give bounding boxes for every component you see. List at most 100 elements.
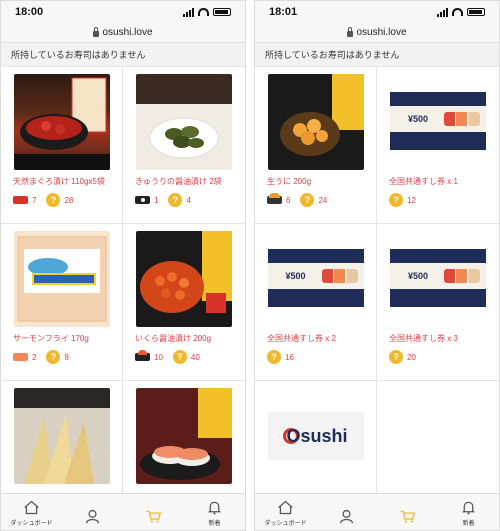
phone-screen-right: 18:01 osushi.love 所持しているお寿司はありません 生うに 20… [254,0,500,531]
coin-icon: ? [267,350,281,364]
url-bar[interactable]: osushi.love [255,23,499,43]
status-indicators [183,7,231,17]
product-card[interactable]: ¥500 全国共通すし券 x 1 ? 12 [377,67,499,224]
bottom-tab-bar: ダッシュボード 新着 [255,493,499,530]
salmon-fry-art [17,236,106,322]
tab-dashboard[interactable]: ダッシュボード [255,494,316,530]
coin-icon: ? [46,193,61,207]
product-card[interactable]: サーモンフライ 170g 2 ? 8 [1,224,123,381]
product-grid: 天然まぐろ漬け 110gx5袋 7 ? 28 きゅうりの醤油漬け 2袋 1 ? … [1,67,245,530]
product-card[interactable]: いくら醤油漬け 200g 10 ? 40 [123,224,245,381]
tab-label: 新着 [208,521,221,527]
tab-cart[interactable] [123,494,184,530]
status-indicators [437,7,485,17]
status-time: 18:00 [15,6,44,18]
signal-icon [437,7,448,17]
no-sushi-notice: 所持しているお寿司はありません [255,43,499,67]
tab-dashboard[interactable]: ダッシュボード [1,494,62,530]
tuna-sushi-icon [13,196,28,204]
maguro-bowl-art [13,77,110,170]
lock-icon [347,26,354,37]
product-stats: ? 16 [267,350,364,364]
product-card[interactable]: きゅうりの醤油漬け 2袋 1 ? 4 [123,67,245,224]
product-stats: 10 ? 40 [135,350,233,364]
product-image-ebi [136,388,232,484]
product-card[interactable]: ¥500 全国共通すし券 x 3 ? 20 [377,224,499,381]
product-title: 生うに 200g [267,177,312,186]
product-card[interactable]: 生うに 200g 6 ? 24 [255,67,377,224]
phone-screen-left: 18:00 osushi.love 所持しているお寿司はありません 天然まぐろ漬… [0,0,246,531]
product-title: 全国共通すし券 x 2 [267,334,336,343]
point-count: 8 [64,352,69,362]
ebi-nigiri-art [140,388,232,480]
sushi-ticket-art: ¥500 [267,249,364,307]
tab-cart[interactable] [377,494,438,530]
product-image-uni [267,74,364,170]
lock-icon [93,26,100,37]
cucumber-pickle-art [136,74,232,159]
product-stats: 1 ? 4 [135,193,233,207]
sushi-ticket-art: ¥500 [390,249,486,307]
product-stats: 7 ? 28 [13,193,110,207]
uni-gunkan-icon [267,193,282,204]
product-image-ticket: ¥500 [267,231,364,327]
product-card[interactable]: ¥500 全国共通すし券 x 2 ? 16 [255,224,377,381]
product-card[interactable]: 天然まぐろ漬け 110gx5袋 7 ? 28 [1,67,123,224]
point-count: 24 [318,195,328,205]
coin-icon: ? [46,350,61,364]
ticket-value: ¥500 [407,114,429,124]
url-text: osushi.love [356,27,407,38]
battery-icon [467,8,485,16]
point-count: 4 [186,195,191,205]
person-icon [339,509,354,524]
tab-profile[interactable] [316,494,377,530]
product-title: 全国共通すし券 x 1 [389,177,458,186]
tab-label: ダッシュボード [264,521,307,527]
product-image-cucumber [136,74,232,170]
sushi-ticket-art: ¥500 [390,92,486,150]
product-grid: 生うに 200g 6 ? 24 ¥500 全国共通すし券 x 1 ? 12 ¥5… [255,67,499,530]
ikura-art [140,231,232,313]
sushi-count: 1 [154,195,159,205]
home-icon [278,500,293,515]
product-title: サーモンフライ 170g [13,334,89,343]
point-count: 28 [64,195,74,205]
product-stats: 2 ? 8 [13,350,110,364]
url-text: osushi.love [102,27,153,38]
point-count: 40 [190,352,200,362]
dried-squid-art [13,388,110,484]
coin-icon: ? [168,193,183,207]
bell-icon [461,501,476,515]
ikura-gunkan-icon [135,350,150,361]
product-image-osushi-logo: Osushi [267,388,364,484]
osushi-logo: Osushi [267,412,364,460]
tab-profile[interactable] [62,494,123,530]
bottom-tab-bar: ダッシュボード 新着 [1,493,245,530]
product-title: きゅうりの醤油漬け 2袋 [135,177,222,186]
sushi-count: 6 [286,195,291,205]
url-bar[interactable]: osushi.love [1,23,245,43]
coin-icon: ? [389,350,403,364]
coin-icon: ? [389,193,403,207]
point-count: 16 [285,352,294,362]
wifi-icon [198,8,209,16]
point-count: 12 [407,195,416,205]
tab-news[interactable]: 新着 [438,494,499,530]
product-image-maguro [13,74,110,170]
no-sushi-notice: 所持しているお寿司はありません [1,43,245,67]
tab-news[interactable]: 新着 [184,494,245,530]
person-icon [85,509,100,524]
product-stats: 6 ? 24 [267,193,364,207]
home-icon [24,500,39,515]
salmon-sushi-icon [13,353,28,361]
product-title: 全国共通すし券 x 3 [389,334,458,343]
sushi-count: 10 [154,352,163,362]
wifi-icon [452,8,463,16]
logo-text: Osushi [286,425,348,446]
bell-icon [207,501,222,515]
product-title: 天然まぐろ漬け 110gx5袋 [13,177,105,186]
product-image-ikura [136,231,232,327]
tab-label: 新着 [462,521,475,527]
point-count: 20 [407,352,416,362]
product-image-ticket: ¥500 [390,74,486,170]
